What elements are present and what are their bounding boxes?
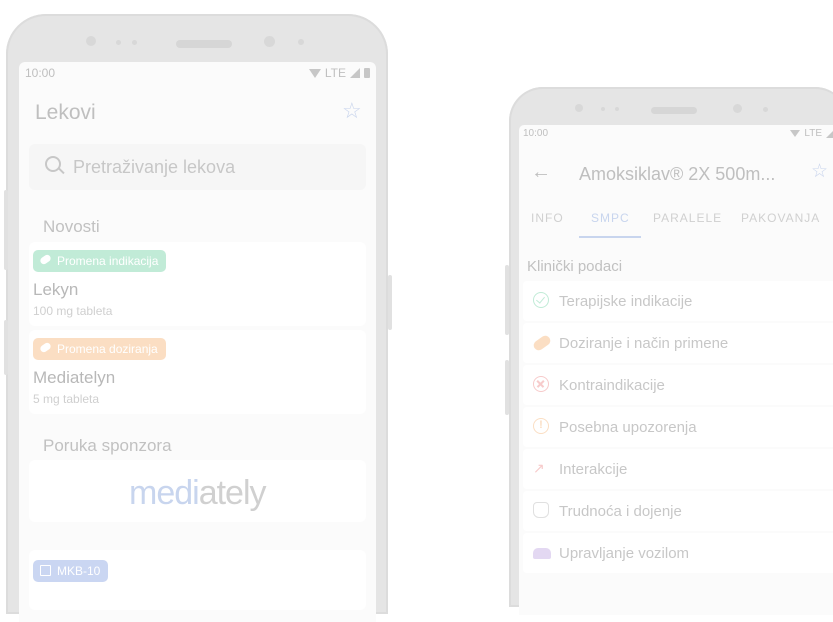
search-icon xyxy=(45,156,61,172)
screen: 10:00 LTE ← Amoksiklav® 2X 500m... ☆ INF… xyxy=(519,125,833,615)
speaker-grille xyxy=(176,40,232,48)
list-item-kontraindikacije[interactable]: Kontraindikacije xyxy=(523,365,833,405)
camera-lens xyxy=(264,36,275,47)
app-bar: Lekovi ☆ xyxy=(19,84,376,140)
wifi-icon xyxy=(790,130,801,137)
tab-pakovanja[interactable]: PAKOVANJA xyxy=(741,211,820,225)
tab-paralele[interactable]: PARALELE xyxy=(653,211,722,225)
sponsor-card[interactable]: mediately xyxy=(29,460,366,522)
list-item-label: Kontraindikacije xyxy=(559,377,665,394)
car-icon xyxy=(533,548,551,559)
badge-label: Promena doziranja xyxy=(57,342,158,356)
sensor-dot xyxy=(601,107,605,111)
back-arrow-icon[interactable]: ← xyxy=(531,161,551,184)
status-bar: 10:00 LTE xyxy=(19,62,376,84)
network-label: LTE xyxy=(804,128,822,139)
favorite-star-icon[interactable]: ☆ xyxy=(342,98,362,124)
screen: 10:00 LTE Lekovi ☆ Pretraživanje lekova … xyxy=(19,62,376,622)
camera-lens xyxy=(733,104,742,113)
sensor-dot xyxy=(615,107,619,111)
pill-icon xyxy=(531,333,553,353)
news-item[interactable]: Promena doziranja Mediatelyn 5 mg tablet… xyxy=(29,330,366,414)
badge-label: MKB-10 xyxy=(57,564,101,578)
pill-icon xyxy=(38,341,53,354)
signal-icon xyxy=(826,129,833,138)
list-item-doziranje[interactable]: Doziranje i način primene xyxy=(523,323,833,363)
list-item-vozilo[interactable]: Upravljanje vozilom xyxy=(523,533,833,573)
list-item-label: Interakcije xyxy=(559,461,628,478)
drug-subtitle: 5 mg tableta xyxy=(33,392,100,406)
status-badge: Promena doziranja xyxy=(33,338,166,360)
sensor-dot xyxy=(763,107,768,112)
status-icons: LTE xyxy=(790,128,833,139)
front-camera xyxy=(575,104,583,112)
drug-name: Mediatelyn xyxy=(33,368,116,387)
mediately-logo: mediately xyxy=(129,474,267,512)
front-camera xyxy=(86,36,96,46)
status-time: 10:00 xyxy=(25,66,56,80)
phone-left: 10:00 LTE Lekovi ☆ Pretraživanje lekova … xyxy=(6,14,388,622)
signal-icon xyxy=(350,68,360,78)
status-time: 10:00 xyxy=(523,128,549,139)
list-item-upozorenja[interactable]: ! Posebna upozorenja xyxy=(523,407,833,447)
sensor-dot xyxy=(116,40,121,45)
list-item-label: Upravljanje vozilom xyxy=(559,545,690,562)
app-bar: ← Amoksiklav® 2X 500m... ☆ xyxy=(519,143,833,201)
cross-circle-icon xyxy=(533,376,549,392)
list-item-indikacije[interactable]: Terapijske indikacije xyxy=(523,281,833,321)
tab-smpc[interactable]: SMPC xyxy=(591,211,630,225)
news-item[interactable]: Promena indikacija Lekyn 100 mg tableta xyxy=(29,242,366,326)
status-icons: LTE xyxy=(308,66,370,80)
list-item-interakcije[interactable]: ↗ Interakcije xyxy=(523,449,833,489)
mkb-badge: MKB-10 xyxy=(33,560,109,582)
list-item-label: Doziranje i način primene xyxy=(559,335,729,352)
sensor-dot xyxy=(132,40,137,45)
sponsor-section-title: Poruka sponzora xyxy=(43,436,172,455)
side-button xyxy=(388,275,392,330)
list-item-label: Terapijske indikacije xyxy=(559,293,693,310)
wifi-icon xyxy=(308,68,321,78)
list-item-trudnoca[interactable]: Trudnoća i dojenje xyxy=(523,491,833,531)
side-button xyxy=(4,190,8,270)
warning-icon: ! xyxy=(533,418,549,434)
speaker-grille xyxy=(651,107,697,114)
side-button xyxy=(505,360,509,415)
page-title: Lekovi xyxy=(35,101,96,124)
favorite-star-icon[interactable]: ☆ xyxy=(811,160,828,183)
badge-label: Promena indikacija xyxy=(57,254,159,268)
status-bar: 10:00 LTE xyxy=(519,125,833,143)
tab-bar: INFO SMPC PARALELE PAKOVANJA xyxy=(519,201,833,239)
section-title: Klinički podaci xyxy=(527,258,623,275)
list-item-label: Trudnoća i dojenje xyxy=(559,503,682,520)
search-placeholder: Pretraživanje lekova xyxy=(73,157,236,177)
search-input[interactable]: Pretraživanje lekova xyxy=(29,144,366,190)
status-badge: Promena indikacija xyxy=(33,250,167,272)
side-button xyxy=(505,265,509,335)
battery-icon xyxy=(364,68,370,78)
book-icon xyxy=(40,565,51,576)
side-button xyxy=(4,320,8,375)
sensor-dot xyxy=(298,39,304,45)
drug-name: Lekyn xyxy=(33,280,79,299)
active-tab-indicator xyxy=(579,236,641,238)
list-item-label: Posebna upozorenja xyxy=(559,419,697,436)
pregnancy-icon xyxy=(533,502,549,518)
news-section-title: Novosti xyxy=(43,217,100,236)
pill-icon xyxy=(38,253,53,266)
phone-right: 10:00 LTE ← Amoksiklav® 2X 500m... ☆ INF… xyxy=(509,87,833,615)
drug-subtitle: 100 mg tableta xyxy=(33,304,113,318)
mkb-card[interactable]: MKB-10 xyxy=(29,550,366,610)
network-label: LTE xyxy=(324,66,346,80)
page-title: Amoksiklav® 2X 500m... xyxy=(579,164,776,184)
interaction-icon: ↗ xyxy=(533,460,545,476)
check-circle-icon xyxy=(533,292,549,308)
tab-info[interactable]: INFO xyxy=(531,211,564,225)
